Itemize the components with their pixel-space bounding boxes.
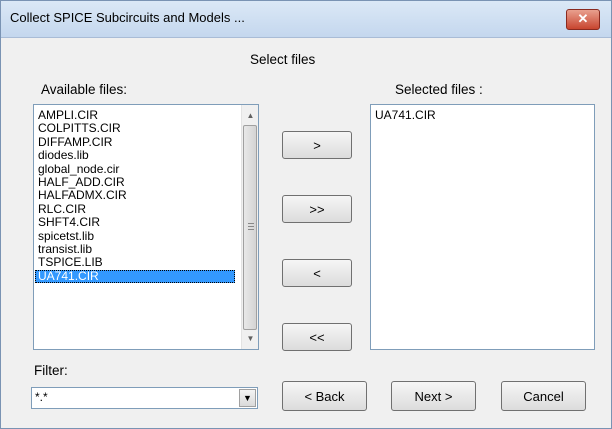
selected-files-list[interactable]: UA741.CIR [370, 104, 595, 350]
back-button[interactable]: < Back [282, 381, 367, 411]
next-button[interactable]: Next > [391, 381, 476, 411]
filter-combobox[interactable]: *.* ▼ [31, 387, 258, 409]
filter-dropdown-button[interactable]: ▼ [239, 389, 256, 407]
available-file-item[interactable]: TSPICE.LIB [35, 255, 235, 269]
scroll-up-button[interactable]: ▲ [242, 107, 259, 124]
filter-value: *.* [35, 390, 48, 404]
chevron-down-icon: ▼ [246, 334, 255, 343]
selected-files-label: Selected files : [395, 82, 483, 97]
remove-file-button[interactable]: < [282, 259, 352, 287]
available-file-item[interactable]: HALFADMX.CIR [35, 188, 235, 202]
close-icon: ✕ [577, 11, 589, 26]
selected-file-item[interactable]: UA741.CIR [372, 108, 582, 122]
filter-label: Filter: [34, 363, 68, 378]
available-files-list[interactable]: AMPLI.CIR COLPITTS.CIR DIFFAMP.CIR diodes.l… [33, 104, 259, 350]
thumb-grip [248, 229, 254, 230]
available-files-scrollbar[interactable]: ▲ ▼ [241, 105, 258, 349]
available-file-item[interactable]: diodes.lib [35, 148, 235, 162]
scroll-thumb[interactable] [243, 125, 257, 330]
available-file-item[interactable]: transist.lib [35, 242, 235, 256]
select-files-heading: Select files [250, 52, 316, 67]
window-title: Collect SPICE Subcircuits and Models ... [10, 10, 245, 25]
close-button[interactable]: ✕ [566, 9, 600, 30]
chevron-up-icon: ▲ [246, 111, 255, 120]
available-file-item[interactable]: spicetst.lib [35, 229, 235, 243]
add-all-files-button[interactable]: >> [282, 195, 352, 223]
available-file-item[interactable]: COLPITTS.CIR [35, 121, 235, 135]
thumb-grip [248, 226, 254, 227]
add-file-button[interactable]: > [282, 131, 352, 159]
dialog-window: Collect SPICE Subcircuits and Models ...… [0, 0, 612, 429]
available-file-item[interactable]: UA741.CIR [35, 269, 235, 284]
chevron-down-icon: ▼ [243, 393, 252, 403]
available-file-item[interactable]: DIFFAMP.CIR [35, 135, 235, 149]
available-file-item[interactable]: RLC.CIR [35, 202, 235, 216]
remove-all-files-button[interactable]: << [282, 323, 352, 351]
thumb-grip [248, 223, 254, 224]
cancel-button[interactable]: Cancel [501, 381, 586, 411]
available-file-item[interactable]: global_node.cir [35, 162, 235, 176]
scroll-down-button[interactable]: ▼ [242, 330, 259, 347]
available-file-item[interactable]: SHFT4.CIR [35, 215, 235, 229]
available-files-label: Available files: [41, 82, 128, 97]
available-file-item[interactable]: HALF_ADD.CIR [35, 175, 235, 189]
title-bar: Collect SPICE Subcircuits and Models ...… [1, 1, 611, 38]
available-file-item[interactable]: AMPLI.CIR [35, 108, 235, 122]
